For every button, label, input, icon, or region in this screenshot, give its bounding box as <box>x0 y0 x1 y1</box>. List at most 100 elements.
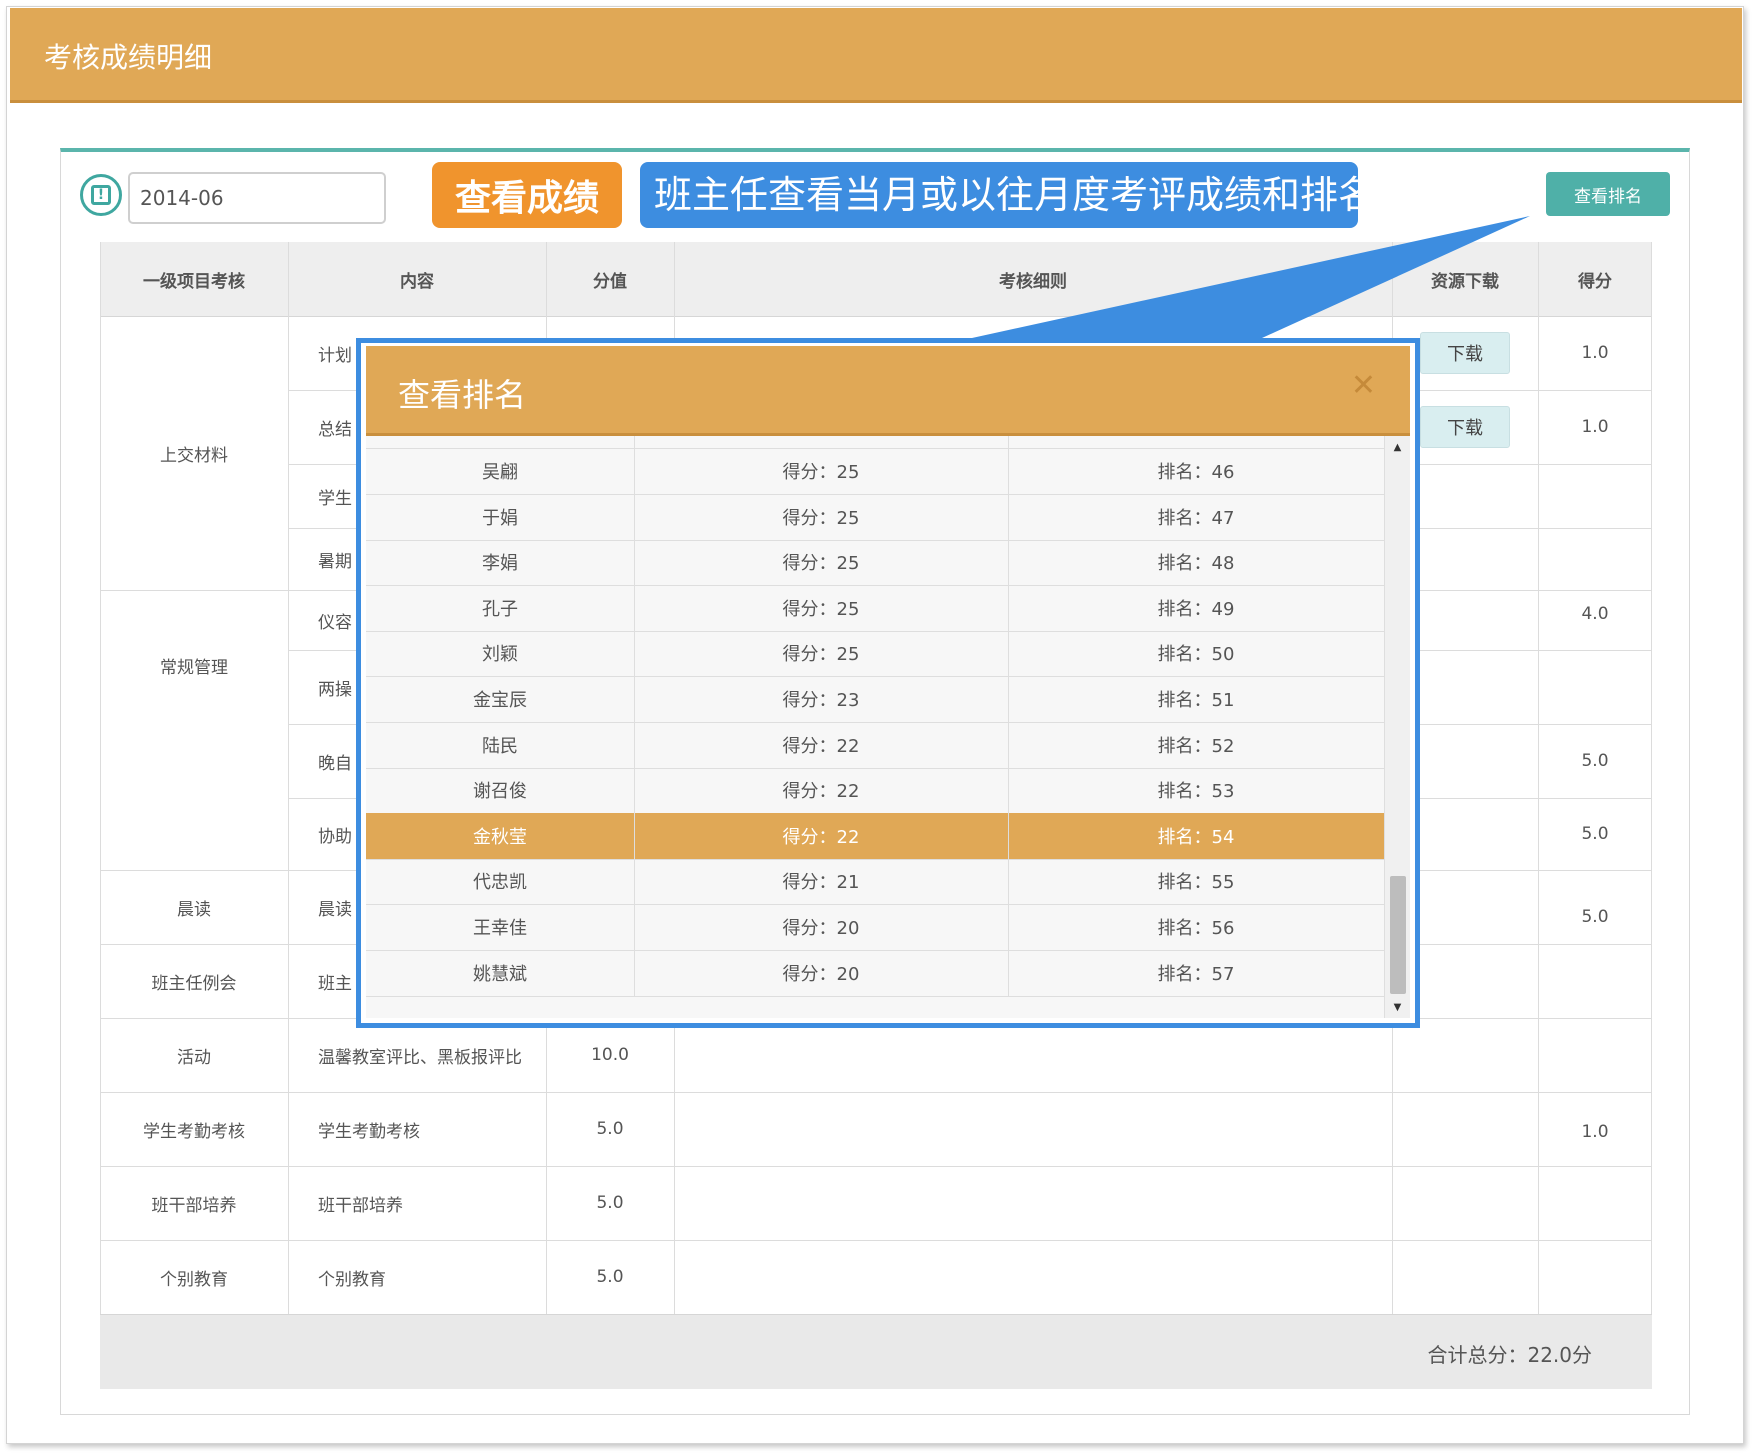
ranking-score: 得分：25 <box>782 599 860 620</box>
ranking-name: 刘颖 <box>482 644 518 665</box>
ranking-row[interactable]: 于娟 得分：25 排名：47 <box>366 494 1384 541</box>
ranking-rank: 排名：51 <box>1157 690 1235 711</box>
ranking-row[interactable]: 吴翩 得分：25 排名：46 <box>366 448 1384 495</box>
download-button[interactable]: 下载 <box>1420 332 1510 374</box>
score-cell: 5.0 <box>1581 824 1609 844</box>
view-ranking-button[interactable]: 查看排名 <box>1546 172 1670 216</box>
ranking-name: 高建伟 <box>366 436 634 448</box>
scroll-thumb[interactable] <box>1390 876 1406 994</box>
value-cell: 10.0 <box>591 1045 629 1065</box>
ranking-score: 得分：25 <box>782 553 860 574</box>
col-header-content: 内容 <box>400 271 434 292</box>
ranking-rank: 排名：46 <box>1157 462 1235 483</box>
value-cell: 5.0 <box>596 1193 624 1213</box>
annotation-callout: 班主任查看当月或以往月度考评成绩和排名 <box>640 162 1358 228</box>
category-activity: 活动 <box>177 1047 211 1068</box>
scroll-down-icon[interactable]: ▼ <box>1385 996 1410 1018</box>
ranking-rank: 排名：54 <box>1157 827 1235 848</box>
ranking-score: 得分：25 <box>782 644 860 665</box>
content-cell: 个别教育 <box>318 1269 386 1290</box>
category-individual: 个别教育 <box>160 1269 228 1290</box>
ranking-rank: 排名：53 <box>1157 781 1235 802</box>
page-header: 考核成绩明细 <box>10 8 1742 103</box>
modal-title: 查看排名 <box>398 376 527 414</box>
ranking-score: 得分：22 <box>782 781 860 802</box>
score-cell: 5.0 <box>1581 907 1609 927</box>
ranking-row[interactable]: 刘颖 得分：25 排名：50 <box>366 630 1384 677</box>
category-meeting: 班主任例会 <box>151 973 237 994</box>
category-attendance: 学生考勤考核 <box>143 1121 245 1142</box>
ranking-row[interactable]: 金宝辰 得分：23 排名：51 <box>366 676 1384 723</box>
ranking-score: 得分：21 <box>782 872 860 893</box>
ranking-score: 得分：25 <box>634 436 1008 448</box>
category-morning-reading: 晨读 <box>177 899 211 920</box>
total-score: 合计总分：22.0分 <box>1427 1343 1592 1367</box>
ranking-name: 李娟 <box>482 553 518 574</box>
ranking-rank: 排名：57 <box>1157 964 1235 985</box>
col-header-rules: 考核细则 <box>999 271 1067 292</box>
col-header-score: 得分 <box>1578 271 1612 292</box>
ranking-name: 金秋莹 <box>473 827 527 848</box>
ranking-score: 得分：22 <box>782 827 860 848</box>
col-header-item: 一级项目考核 <box>143 271 245 292</box>
ranking-row[interactable]: 谢召俊 得分：22 排名：53 <box>366 767 1384 814</box>
content-cell: 班干部培养 <box>318 1195 403 1216</box>
category-submit: 上交材料 <box>160 445 228 466</box>
table-header: 一级项目考核 内容 分值 考核细则 资源下载 得分 <box>100 242 1652 317</box>
view-scores-button[interactable]: 查看成绩 <box>432 162 622 228</box>
ranking-row[interactable]: 姚慧斌 得分：20 排名：57 <box>366 950 1384 997</box>
content-cell: 学生考勤考核 <box>318 1121 420 1142</box>
ranking-list: 高建伟得分：25排名：45吴翩得分：25排名：46于娟得分：25排名：47李娟得… <box>366 436 1410 1018</box>
ranking-rank: 排名：56 <box>1157 918 1235 939</box>
scrollbar[interactable]: ▲ ▼ <box>1384 436 1410 1018</box>
ranking-name: 吴翩 <box>482 462 518 483</box>
value-cell: 5.0 <box>596 1119 624 1139</box>
ranking-name: 金宝辰 <box>473 690 527 711</box>
scroll-up-icon[interactable]: ▲ <box>1385 436 1410 458</box>
month-input[interactable] <box>128 172 386 224</box>
ranking-score: 得分：25 <box>782 508 860 529</box>
ranking-rank: 排名：55 <box>1157 872 1235 893</box>
ranking-rank: 排名：52 <box>1157 736 1235 757</box>
score-cell: 1.0 <box>1581 417 1609 437</box>
value-cell: 5.0 <box>596 1267 624 1287</box>
ranking-row[interactable]: 李娟 得分：25 排名：48 <box>366 539 1384 586</box>
ranking-name: 姚慧斌 <box>473 964 527 985</box>
content-cell: 温馨教室评比、黑板报评比 <box>318 1047 522 1068</box>
ranking-row[interactable]: 孔子 得分：25 排名：49 <box>366 585 1384 632</box>
ranking-row[interactable]: 金秋莹 得分：22 排名：54 <box>366 813 1384 860</box>
col-header-value: 分值 <box>593 271 627 292</box>
ranking-row[interactable]: 王幸佳 得分：20 排名：56 <box>366 904 1384 951</box>
calendar-icon[interactable]: ! <box>80 174 122 216</box>
ranking-rank: 排名：45 <box>1008 436 1384 448</box>
ranking-row[interactable]: 代忠凯 得分：21 排名：55 <box>366 858 1384 905</box>
ranking-rank: 排名：49 <box>1157 599 1235 620</box>
ranking-rank: 排名：47 <box>1157 508 1235 529</box>
category-routine: 常规管理 <box>160 657 228 678</box>
ranking-score: 得分：20 <box>782 964 860 985</box>
ranking-score: 得分：25 <box>782 462 860 483</box>
close-icon[interactable]: ✕ <box>1351 368 1376 403</box>
ranking-name: 王幸佳 <box>473 918 527 939</box>
category-cadre: 班干部培养 <box>151 1195 237 1216</box>
ranking-name: 陆民 <box>482 736 518 757</box>
page-title: 考核成绩明细 <box>44 41 213 74</box>
ranking-score: 得分：20 <box>782 918 860 939</box>
score-cell: 4.0 <box>1581 604 1609 624</box>
table-footer: 合计总分：22.0分 <box>100 1314 1652 1389</box>
score-cell: 5.0 <box>1581 751 1609 771</box>
ranking-row[interactable]: 陆民 得分：22 排名：52 <box>366 722 1384 769</box>
score-cell: 1.0 <box>1581 1122 1609 1142</box>
col-header-download: 资源下载 <box>1431 271 1499 292</box>
ranking-score: 得分：23 <box>782 690 860 711</box>
score-cell: 1.0 <box>1581 343 1609 363</box>
ranking-name: 孔子 <box>482 599 518 620</box>
ranking-rank: 排名：48 <box>1157 553 1235 574</box>
download-button[interactable]: 下载 <box>1420 406 1510 448</box>
ranking-rank: 排名：50 <box>1157 644 1235 665</box>
ranking-name: 代忠凯 <box>473 872 527 893</box>
modal-header: 查看排名 ✕ <box>366 346 1410 436</box>
ranking-name: 于娟 <box>482 508 518 529</box>
ranking-score: 得分：22 <box>782 736 860 757</box>
ranking-name: 谢召俊 <box>473 781 527 802</box>
